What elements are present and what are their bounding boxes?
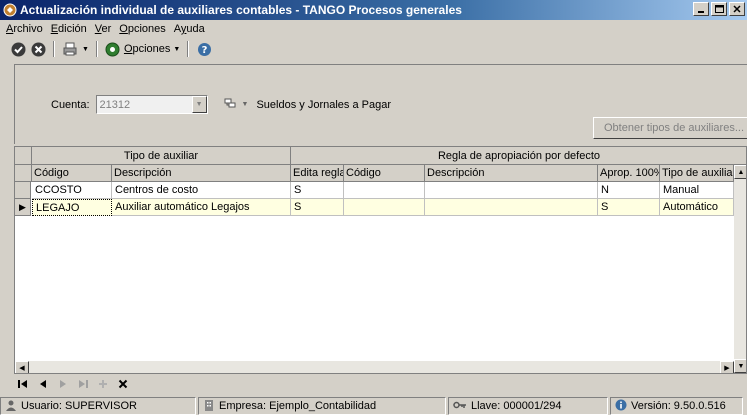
key-icon [453,399,467,414]
chevron-down-icon: ▼ [173,45,181,53]
status-llave: Llave: 000001/294 [448,397,608,415]
cell-codigo[interactable]: CCOSTO [32,182,112,199]
grid-corner [15,147,32,165]
column-header-descripcion[interactable]: Descripción [112,165,291,182]
cuenta-value: 21312 [99,98,131,111]
next-record-icon[interactable] [56,377,70,391]
opciones-button[interactable]: Opciones ▼ [105,41,180,57]
toolbar-separator [53,41,55,57]
accept-check-icon[interactable] [10,41,26,57]
cuenta-label: Cuenta: [51,98,90,111]
column-header-tipo-auxiliar[interactable]: Tipo de auxiliar [660,165,734,182]
close-window-button[interactable] [729,2,745,16]
column-header-regla-descripcion[interactable]: Descripción [425,165,598,182]
chevron-down-icon[interactable]: ▼ [242,101,249,108]
account-lookup-icon[interactable] [222,97,238,113]
cell-codigo[interactable]: LEGAJO [32,199,112,216]
menu-opciones[interactable]: Opciones [115,20,169,38]
status-empresa: Empresa: Ejemplo_Contabilidad [198,397,446,415]
cell-regla-descripcion[interactable] [425,199,598,216]
cell-tipo-auxiliar[interactable]: Manual [660,182,734,199]
chevron-down-icon[interactable]: ▼ [82,46,89,53]
toolbar-separator [95,41,98,57]
delete-record-icon[interactable] [116,377,130,391]
insert-record-icon[interactable] [96,377,110,391]
record-navigator [16,376,130,392]
cell-tipo-auxiliar[interactable]: Automático [660,199,734,216]
scroll-right-icon[interactable]: ▶ [720,361,734,373]
column-header-aprop-100[interactable]: Aprop. 100% [598,165,660,182]
vertical-scrollbar[interactable]: ▲ ▼ [734,165,746,373]
cell-regla-descripcion[interactable] [425,182,598,199]
building-icon [203,399,215,414]
tango-app-icon[interactable] [3,3,17,17]
cell-regla-codigo[interactable] [344,199,425,216]
column-header-codigo[interactable]: Código [32,165,112,182]
scroll-up-icon[interactable]: ▲ [734,165,746,179]
title-bar: Actualización individual de auxiliares c… [0,0,747,20]
printer-icon[interactable] [62,41,78,57]
scroll-left-icon[interactable]: ◀ [15,361,29,373]
menu-edicion[interactable]: Edición [47,20,91,38]
toolbar: ▼ Opciones ▼ ? [0,38,747,60]
help-icon[interactable]: ? [196,41,212,57]
cell-edita-regla[interactable]: S [291,182,344,199]
gear-icon [105,41,121,57]
menu-ver[interactable]: Ver [91,20,116,38]
status-version: Versión: 9.50.0.516 [610,397,743,415]
toolbar-separator [187,41,190,57]
chevron-down-icon[interactable]: ▼ [191,96,207,113]
minimize-button[interactable] [693,2,709,16]
account-panel: Cuenta: 21312 ▼ ▼ Sueldos y Jornales a P… [14,64,747,144]
grid-corner [15,165,32,182]
cancel-x-icon[interactable] [30,41,46,57]
table-row[interactable]: ▶ LEGAJO Auxiliar automático Legajos S S… [15,199,735,216]
cell-aprop-100[interactable]: S [598,199,660,216]
menu-bar: Archivo Edición Ver Opciones Ayuda [0,20,747,38]
svg-text:?: ? [201,45,207,56]
status-usuario: Usuario: SUPERVISOR [0,397,196,415]
obtener-tipos-button[interactable]: Obtener tipos de auxiliares... [593,117,747,139]
first-record-icon[interactable] [16,377,30,391]
menu-archivo[interactable]: Archivo [2,20,47,38]
menu-ayuda[interactable]: Ayuda [170,20,209,38]
window-title: Actualización individual de auxiliares c… [20,3,462,17]
cell-regla-codigo[interactable] [344,182,425,199]
cuenta-combo[interactable]: 21312 ▼ [95,95,208,114]
group-header-regla-apropiacion: Regla de apropiación por defecto [291,147,746,165]
last-record-icon[interactable] [76,377,90,391]
row-indicator[interactable] [15,182,31,199]
user-icon [5,399,17,414]
scroll-down-icon[interactable]: ▼ [734,359,746,373]
cell-aprop-100[interactable]: N [598,182,660,199]
cell-edita-regla[interactable]: S [291,199,344,216]
cuenta-description: Sueldos y Jornales a Pagar [256,98,391,111]
auxiliares-grid: Tipo de auxiliar Regla de apropiación po… [14,146,747,374]
maximize-button[interactable] [711,2,727,16]
column-header-regla-codigo[interactable]: Código [344,165,425,182]
prior-record-icon[interactable] [36,377,50,391]
status-bar: Usuario: SUPERVISOR Empresa: Ejemplo_Con… [0,397,747,415]
cell-descripcion[interactable]: Auxiliar automático Legajos [112,199,291,216]
current-row-arrow-icon[interactable]: ▶ [15,199,31,216]
cell-descripcion[interactable]: Centros de costo [112,182,291,199]
column-header-edita-regla[interactable]: Edita regla [291,165,344,182]
table-row[interactable]: CCOSTO Centros de costo S N Manual [15,182,735,199]
horizontal-scrollbar[interactable]: ◀ ▶ [15,361,734,373]
info-icon [615,399,627,414]
group-header-tipo-auxiliar: Tipo de auxiliar [32,147,291,165]
